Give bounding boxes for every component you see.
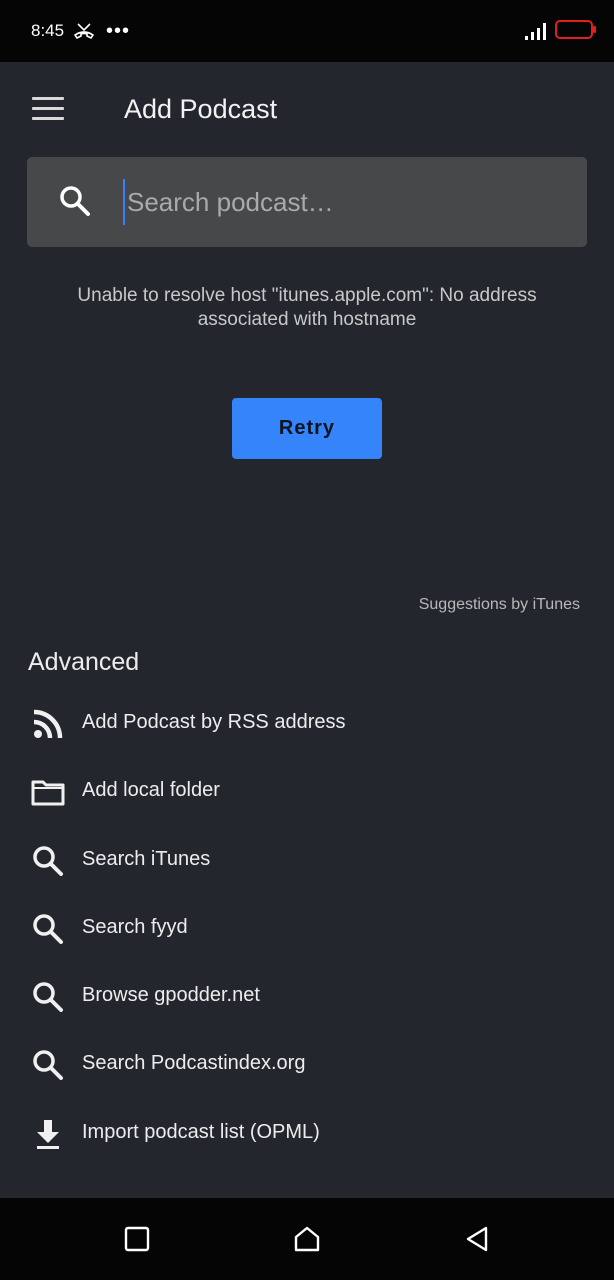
search-icon: [60, 186, 90, 216]
item-label: Add local folder: [82, 779, 220, 802]
status-time: 8:45: [31, 21, 65, 40]
search-icon: [33, 845, 63, 876]
page-title: Add Podcast: [124, 94, 278, 124]
missed-call-icon: [73, 23, 95, 40]
back-icon[interactable]: [462, 1224, 492, 1254]
search-box[interactable]: [27, 157, 587, 247]
retry-button[interactable]: Retry: [232, 398, 382, 459]
item-label: Import podcast list (OPML): [82, 1120, 320, 1143]
signal-icon: [525, 23, 546, 40]
item-label: Browse gpodder.net: [82, 984, 260, 1007]
suggestions-credit: Suggestions by iTunes: [418, 596, 580, 613]
search-podcastindex-item[interactable]: Search Podcastindex.org: [0, 1029, 614, 1097]
browse-gpodder-item[interactable]: Browse gpodder.net: [0, 961, 614, 1029]
recent-apps-icon[interactable]: [122, 1224, 152, 1254]
status-bar: 8:45 •••: [0, 0, 614, 62]
search-icon: [33, 914, 63, 944]
item-label: Search fyyd: [82, 915, 188, 938]
search-itunes-item[interactable]: Search iTunes: [0, 825, 614, 893]
item-label: Search Podcastindex.org: [82, 1052, 306, 1075]
folder-icon: [31, 780, 65, 806]
item-label: Search iTunes: [82, 847, 211, 870]
add-local-folder-item[interactable]: Add local folder: [0, 756, 614, 824]
advanced-section-header: Advanced: [28, 648, 140, 676]
advanced-list: Add Podcast by RSS address Add local fol…: [0, 688, 614, 1166]
search-icon: [33, 982, 63, 1013]
system-nav-bar: [0, 1198, 614, 1280]
more-dots-icon: •••: [106, 20, 131, 42]
search-input[interactable]: [123, 179, 563, 225]
rss-icon: [33, 709, 63, 739]
battery-icon: [555, 20, 596, 39]
add-podcast-by-rss-item[interactable]: Add Podcast by RSS address: [0, 688, 614, 756]
import-opml-item[interactable]: Import podcast list (OPML): [0, 1098, 614, 1166]
home-icon[interactable]: [292, 1224, 322, 1254]
search-fyyd-item[interactable]: Search fyyd: [0, 893, 614, 961]
hamburger-menu-icon[interactable]: [32, 97, 64, 121]
app-bar: Add Podcast: [0, 62, 614, 158]
item-label: Add Podcast by RSS address: [82, 711, 346, 733]
search-icon: [33, 1050, 63, 1081]
error-message: Unable to resolve host "itunes.apple.com…: [77, 285, 537, 330]
download-icon: [37, 1119, 59, 1149]
